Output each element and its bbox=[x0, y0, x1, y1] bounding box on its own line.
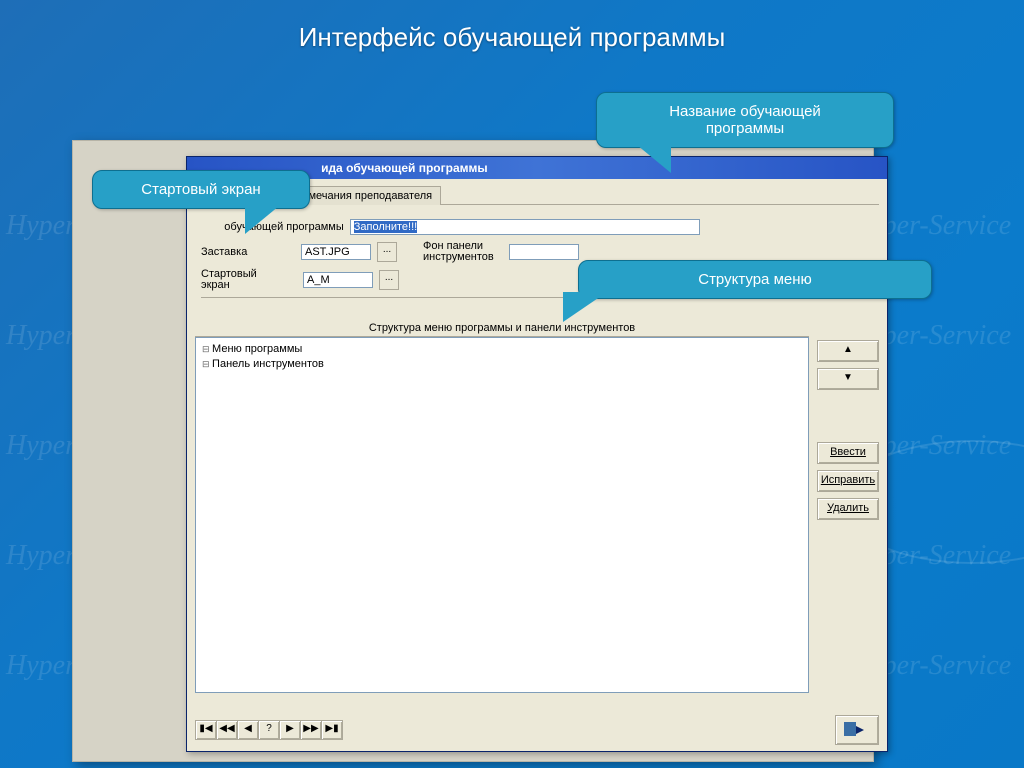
slide-title: Интерфейс обучающей программы bbox=[0, 22, 1024, 53]
tree-area: Структура меню программы и панели инстру… bbox=[195, 320, 879, 693]
field-panel-bg[interactable] bbox=[509, 244, 579, 260]
arrow-down-icon: ▼ bbox=[843, 372, 853, 383]
dialog-window: XXXXXXXXXXXXXXXXида обучающей программы … bbox=[186, 156, 888, 752]
edit-button[interactable]: Исправить bbox=[817, 470, 879, 492]
callout-start-screen: Стартовый экран bbox=[92, 170, 310, 209]
nav-help-button[interactable]: ? bbox=[258, 720, 280, 740]
nav-next-fast-button[interactable]: ▶▶ bbox=[300, 720, 322, 740]
field-splash[interactable]: AST.JPG bbox=[301, 244, 371, 260]
record-navigator: ▮◀ ◀◀ ◀ ? ▶ ▶▶ ▶▮ bbox=[195, 720, 342, 740]
callout-program-name: Название обучающей программы bbox=[596, 92, 894, 148]
callout-menu-structure-text: Структура меню bbox=[698, 271, 812, 288]
nav-prev-button[interactable]: ◀ bbox=[237, 720, 259, 740]
tree-item[interactable]: Панель инструментов bbox=[202, 357, 802, 372]
side-buttons: ▲ ▼ Ввести Исправить Удалить bbox=[817, 320, 879, 693]
browse-splash-button[interactable]: ... bbox=[377, 242, 397, 262]
bottom-bar: ▮◀ ◀◀ ◀ ? ▶ ▶▶ ▶▮ bbox=[195, 715, 879, 745]
field-start-screen[interactable]: A_M bbox=[303, 272, 373, 288]
browse-start-button[interactable]: ... bbox=[379, 270, 399, 290]
label-splash: Заставка bbox=[201, 246, 295, 258]
insert-button[interactable]: Ввести bbox=[817, 442, 879, 464]
callout-program-name-text: Название обучающей программы bbox=[669, 103, 821, 137]
delete-button[interactable]: Удалить bbox=[817, 498, 879, 520]
tree-item[interactable]: Меню программы bbox=[202, 342, 802, 357]
exit-button[interactable] bbox=[835, 715, 879, 745]
move-down-button[interactable]: ▼ bbox=[817, 368, 879, 390]
nav-prev-fast-button[interactable]: ◀◀ bbox=[216, 720, 238, 740]
field-name-value: Заполните!!! bbox=[354, 221, 417, 233]
slide-stage: Hyper-Service Hyper-Service Hyper-Servic… bbox=[0, 0, 1024, 768]
tree-view[interactable]: Меню программы Панель инструментов bbox=[195, 337, 809, 693]
callout-menu-structure: Структура меню bbox=[578, 260, 932, 299]
nav-first-button[interactable]: ▮◀ bbox=[195, 720, 217, 740]
label-start-screen: Стартовый экран bbox=[201, 269, 261, 291]
nav-next-button[interactable]: ▶ bbox=[279, 720, 301, 740]
move-up-button[interactable]: ▲ bbox=[817, 340, 879, 362]
tree-header: Структура меню программы и панели инстру… bbox=[195, 320, 809, 337]
label-name-suffix: обучающей программы bbox=[224, 221, 344, 233]
window-title-suffix: ида обучающей программы bbox=[321, 161, 488, 175]
field-name[interactable]: Заполните!!! bbox=[350, 219, 700, 235]
arrow-up-icon: ▲ bbox=[843, 344, 853, 355]
callout-start-screen-text: Стартовый экран bbox=[141, 181, 260, 198]
label-panel-bg: Фон панели инструментов bbox=[423, 241, 503, 263]
nav-last-button[interactable]: ▶▮ bbox=[321, 720, 343, 740]
